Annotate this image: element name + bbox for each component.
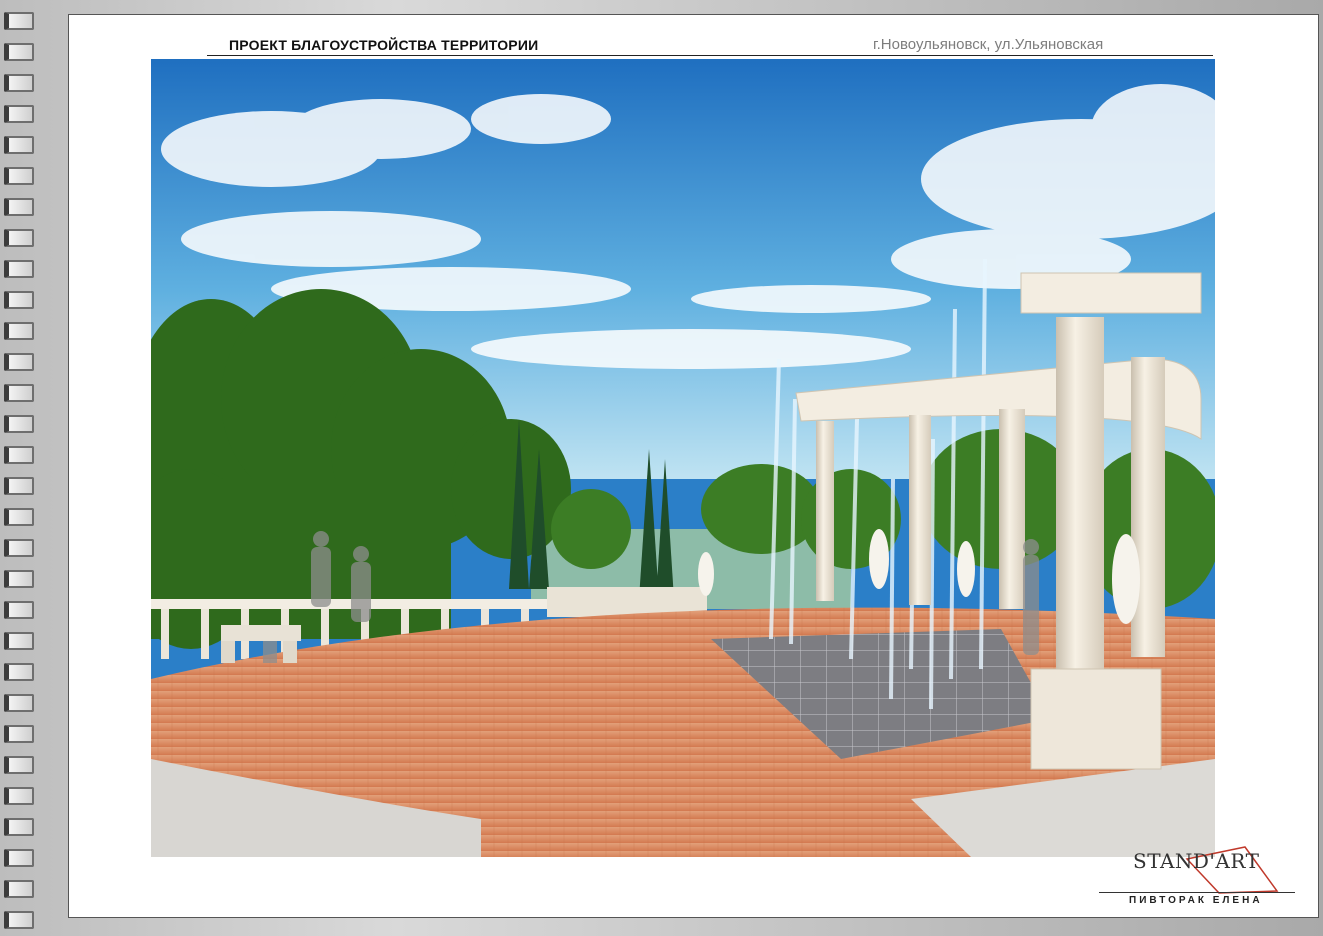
binder-ring (4, 694, 34, 712)
binder-ring (4, 818, 34, 836)
binder-ring (4, 787, 34, 805)
binder-ring (4, 570, 34, 588)
project-location: г.Новоульяновск, ул.Ульяновская (873, 36, 1104, 53)
binder-ring (4, 291, 34, 309)
logo-wordmark: STAND'ART (1133, 849, 1260, 873)
binder-ring (4, 601, 34, 619)
project-title: ПРОЕКТ БЛАГОУСТРОЙСТВА ТЕРРИТОРИИ (229, 37, 539, 53)
binder-ring (4, 539, 34, 557)
binder-ring (4, 880, 34, 898)
author-name: ПИВТОРАК ЕЛЕНА (1129, 895, 1263, 906)
presentation-sheet: ПРОЕКТ БЛАГОУСТРОЙСТВА ТЕРРИТОРИИ г.Ново… (68, 14, 1319, 918)
binder-ring (4, 384, 34, 402)
binder-ring (4, 446, 34, 464)
binder-ring (4, 725, 34, 743)
binder-ring (4, 849, 34, 867)
binder-ring (4, 105, 34, 123)
header-divider (207, 55, 1213, 56)
binder-ring (4, 756, 34, 774)
binder-ring (4, 74, 34, 92)
binder-ring (4, 415, 34, 433)
binder-ring (4, 260, 34, 278)
binder-ring (4, 12, 34, 30)
binder-ring (4, 353, 34, 371)
binder-ring (4, 477, 34, 495)
binder-spiral (0, 0, 40, 936)
binder-ring (4, 136, 34, 154)
binder-ring (4, 198, 34, 216)
landscape-render (151, 59, 1215, 857)
binder-ring (4, 632, 34, 650)
company-logo: STAND'ART ПИВТОРАК ЕЛЕНА (1099, 841, 1299, 911)
binder-ring (4, 167, 34, 185)
binder-ring (4, 911, 34, 929)
binder-ring (4, 229, 34, 247)
render-illustration (151, 59, 1215, 857)
binder-ring (4, 322, 34, 340)
binder-ring (4, 663, 34, 681)
binder-ring (4, 508, 34, 526)
logo-divider (1099, 892, 1295, 893)
binder-ring (4, 43, 34, 61)
